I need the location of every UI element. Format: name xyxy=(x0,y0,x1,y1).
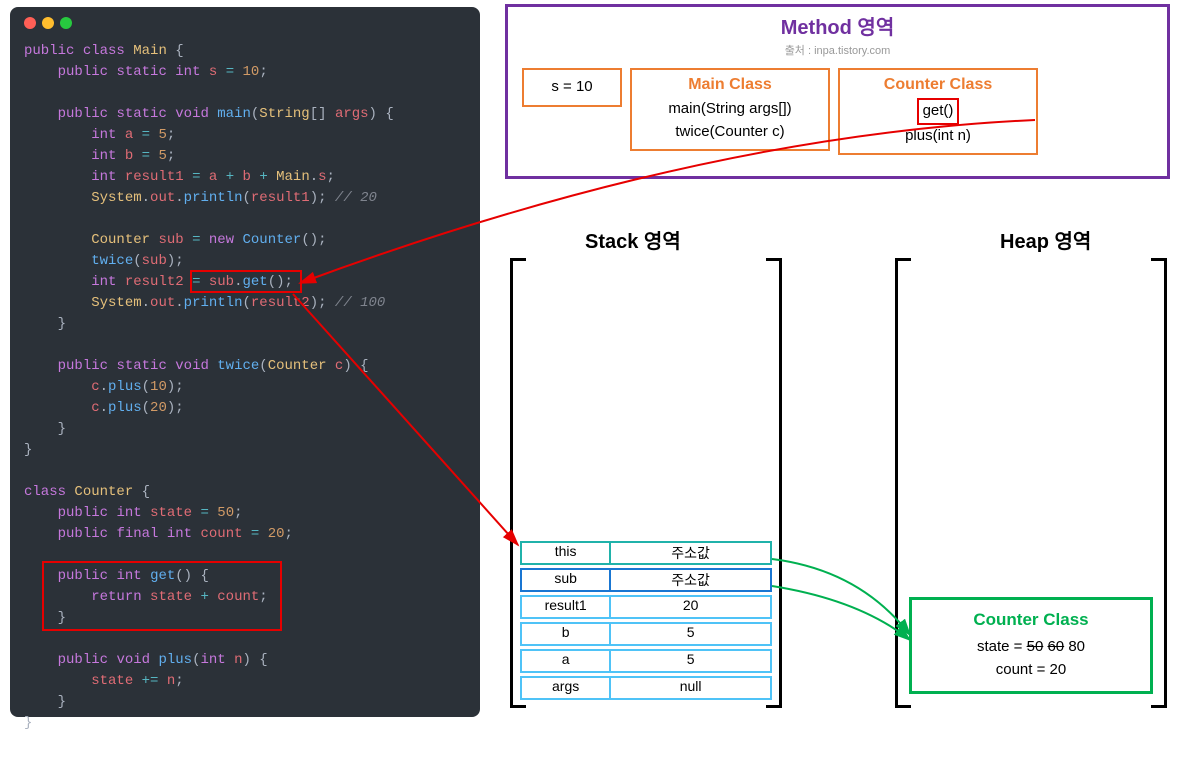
method-area: Method 영역 출처 : inpa.tistory.com s = 10 M… xyxy=(505,4,1170,179)
heap-title: Heap 영역 xyxy=(1000,225,1091,254)
static-var-box: s = 10 xyxy=(522,68,622,107)
stack-title: Stack 영역 xyxy=(585,225,681,254)
highlight-get: get() xyxy=(917,98,960,125)
highlight-subget xyxy=(190,270,302,293)
stack-value: null xyxy=(611,678,770,698)
source-credit: 출처 : inpa.tistory.com xyxy=(508,42,1167,58)
main-class-box: Main Class main(String args[]) twice(Cou… xyxy=(630,68,830,151)
counter-class-box: Counter Class get() plus(int n) xyxy=(838,68,1038,155)
heap-state: state = 50 60 80 xyxy=(922,636,1140,659)
bracket-right-icon xyxy=(1151,258,1167,708)
heap-area: Counter Class state = 50 60 80 count = 2… xyxy=(895,258,1167,708)
method-title: Method 영역 xyxy=(508,11,1167,40)
stack-row: b5 xyxy=(520,622,772,646)
stack-row: this주소값 xyxy=(520,541,772,565)
maximize-icon xyxy=(60,17,72,29)
stack-value: 5 xyxy=(611,624,770,644)
code-editor: public class Main { public static int s … xyxy=(10,7,480,717)
stack-value: 주소값 xyxy=(611,570,770,590)
stack-row: result120 xyxy=(520,595,772,619)
traffic-lights xyxy=(24,17,466,29)
stack-key: sub xyxy=(522,570,611,590)
stack-key: args xyxy=(522,678,611,698)
minimize-icon xyxy=(42,17,54,29)
stack-value: 주소값 xyxy=(611,543,770,563)
close-icon xyxy=(24,17,36,29)
highlight-getmethod xyxy=(42,561,282,631)
code-block: public class Main { public static int s … xyxy=(24,41,466,776)
stack-area: this주소값sub주소값result120b5a5argsnull xyxy=(510,258,782,708)
stack-key: result1 xyxy=(522,597,611,617)
stack-row: argsnull xyxy=(520,676,772,700)
stack-value: 5 xyxy=(611,651,770,671)
stack-key: a xyxy=(522,651,611,671)
stack-key: b xyxy=(522,624,611,644)
stack-row: sub주소값 xyxy=(520,568,772,592)
arrow-sub-to-heap xyxy=(772,586,910,640)
stack-value: 20 xyxy=(611,597,770,617)
arrow-this-to-heap xyxy=(772,559,910,635)
heap-object-box: Counter Class state = 50 60 80 count = 2… xyxy=(909,597,1153,694)
heap-count: count = 20 xyxy=(922,659,1140,682)
stack-key: this xyxy=(522,543,611,563)
stack-row: a5 xyxy=(520,649,772,673)
